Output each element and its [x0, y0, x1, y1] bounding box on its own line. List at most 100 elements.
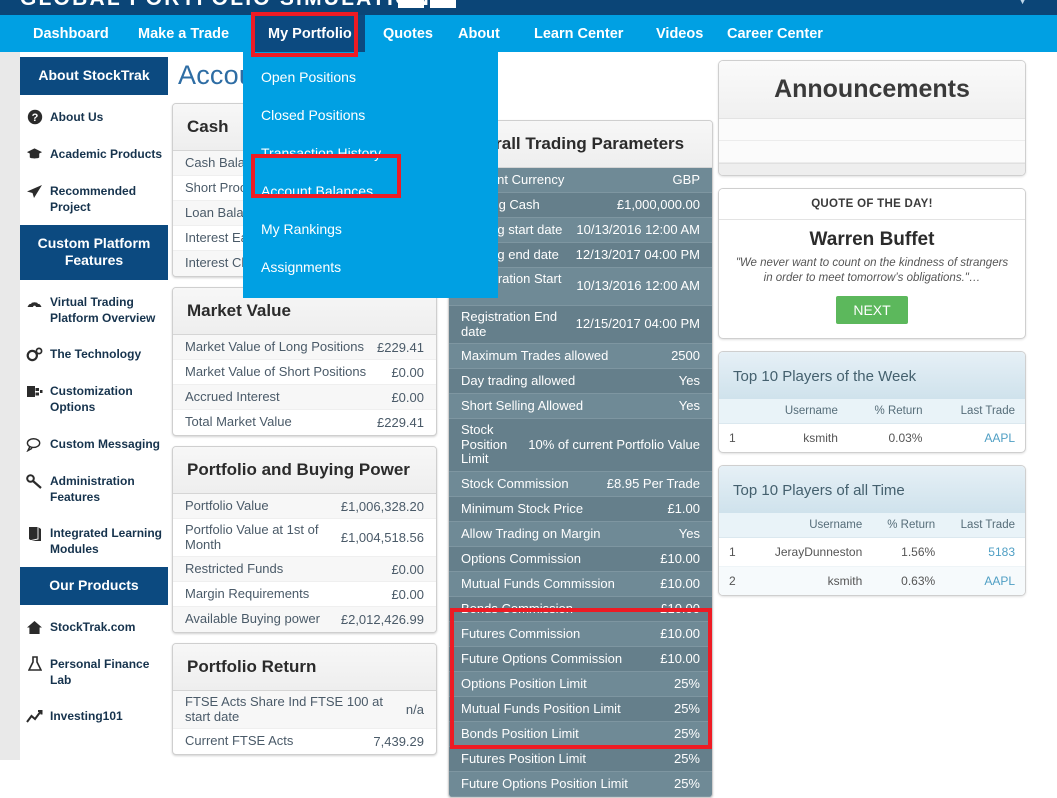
- cell-last-trade[interactable]: AAPL: [945, 566, 1025, 595]
- main-navigation: Dashboard Make a Trade My Portfolio Quotes A…: [0, 15, 1057, 52]
- parameter-row: Allow Trading on Margin Yes: [449, 521, 712, 547]
- row-value: n/a: [405, 702, 424, 718]
- cell-last-trade[interactable]: AAPL: [932, 423, 1025, 452]
- sidebar-item-label: StockTrak.com: [50, 619, 136, 634]
- left-gutter: [0, 52, 20, 760]
- top-players-alltime-table: Username% Return Last Trade 1 JerayDunnest…: [719, 512, 1025, 595]
- parameter-value: 12/15/2017 04:00 PM: [575, 316, 700, 332]
- parameter-value: Yes: [678, 372, 700, 388]
- svg-text:?: ?: [31, 112, 38, 124]
- top-players-week-title: Top 10 Players of the Week: [719, 351, 1025, 399]
- parameter-value: £10.00: [660, 600, 700, 616]
- sidebar-item-virtual-trading-platform-overview[interactable]: Virtual Trading Platform Overview: [20, 284, 168, 336]
- table-row: 1 ksmith 0.03% AAPL: [719, 423, 1025, 452]
- gears-icon: [26, 346, 43, 363]
- nav-item-about[interactable]: About: [445, 15, 513, 52]
- row-label: Market Value of Long Positions: [185, 338, 364, 354]
- parameter-row: Registration End date 12/15/2017 04:00 PM: [449, 306, 712, 345]
- column-header: Last Trade: [932, 398, 1025, 424]
- parameter-value: Yes: [678, 397, 700, 413]
- parameter-label: Allow Trading on Margin: [461, 525, 601, 541]
- announcements-panel: Announcements: [718, 60, 1026, 176]
- row-label: Portfolio Value at 1st of Month: [185, 522, 319, 552]
- table-row: Market Value of Short Positions £0.00: [173, 360, 436, 385]
- book-icon: [26, 525, 43, 542]
- row-label: Accrued Interest: [185, 388, 280, 404]
- sidebar-item-recommended-project[interactable]: Recommended Project: [20, 173, 168, 225]
- parameter-value: 25%: [673, 750, 700, 766]
- row-label: Margin Requirements: [185, 585, 310, 601]
- sidebar-item-the-technology[interactable]: The Technology: [20, 336, 168, 373]
- parameter-row: Future Options Position Limit 25%: [449, 771, 712, 797]
- row-label: Current FTSE Acts: [185, 733, 294, 749]
- chart-line-icon: [26, 708, 43, 725]
- parameter-row: Short Selling Allowed Yes: [449, 394, 712, 420]
- table-row: 1 JerayDunneston 1.56% 5183: [719, 537, 1025, 567]
- parameter-label: Mutual Funds Position Limit: [461, 700, 621, 716]
- parameter-value: 10/13/2016 12:00 AM: [576, 221, 700, 237]
- next-quote-button[interactable]: NEXT: [836, 295, 908, 324]
- parameter-label: Stock Commission: [461, 475, 569, 491]
- question-circle-icon: ?: [26, 109, 43, 126]
- sidebar-item-personal-finance-lab[interactable]: Personal Finance Lab: [20, 646, 168, 698]
- sidebar-item-label: Custom Messaging: [50, 436, 161, 451]
- sidebar-item-integrated-learning-modules[interactable]: Integrated Learning Modules: [20, 515, 168, 567]
- parameter-row: Options Commission £10.00: [449, 546, 712, 572]
- table-row: 2 ksmith 0.63% AAPL: [719, 566, 1025, 595]
- parameter-label: Day trading allowed: [461, 372, 576, 388]
- parameter-value: 25%: [673, 775, 700, 791]
- column-header: Username: [757, 512, 873, 538]
- parameter-label: Futures Commission: [461, 625, 581, 641]
- row-label: FTSE Acts Share Ind FTSE 100 at start da…: [185, 694, 383, 724]
- nav-item-quotes[interactable]: Quotes: [370, 15, 446, 52]
- nav-item-dashboard[interactable]: Dashboard: [20, 15, 122, 52]
- cell-last-trade[interactable]: 5183: [945, 537, 1025, 567]
- flag-icon-2: [430, 0, 456, 8]
- column-header: Last Trade: [945, 512, 1025, 538]
- table-row: Portfolio Value at 1st of Month £1,004,51…: [173, 519, 436, 558]
- dropdown-item-my-rankings[interactable]: My Rankings: [243, 210, 498, 248]
- row-label: Market Value of Short Positions: [185, 363, 367, 379]
- sidebar-item-about-us[interactable]: ? About Us: [20, 99, 168, 136]
- dropdown-item-transaction-history[interactable]: Transaction History: [243, 134, 498, 172]
- sidebar-item-stocktrak-com[interactable]: StockTrak.com: [20, 609, 168, 646]
- sidebar-item-custom-messaging[interactable]: Custom Messaging: [20, 426, 168, 463]
- sidebar-item-administration-features[interactable]: Administration Features: [20, 463, 168, 515]
- parameter-label: Options Commission: [461, 550, 581, 566]
- flask-icon: [26, 656, 43, 673]
- parameter-row: Options Position Limit 25%: [449, 671, 712, 697]
- quote-text: "We never want to count on the kindness …: [735, 257, 1009, 284]
- row-value: £1,006,328.20: [340, 498, 424, 514]
- dropdown-item-assignments[interactable]: Assignments: [243, 248, 498, 286]
- paper-plane-icon: [26, 183, 43, 200]
- row-label: Available Buying power: [185, 611, 320, 627]
- nav-item-make-a-trade[interactable]: Make a Trade: [125, 15, 242, 52]
- row-label: Restricted Funds: [185, 560, 284, 576]
- sidebar-item-customization-options[interactable]: Customization Options: [20, 373, 168, 425]
- sidebar-item-label: Administration Features: [50, 473, 135, 504]
- dropdown-item-account-balances[interactable]: Account Balances: [243, 172, 498, 210]
- nav-item-learn-center[interactable]: Learn Center: [521, 15, 636, 52]
- column-header: [719, 398, 757, 424]
- chevron-down-icon[interactable]: ▼: [1016, 0, 1029, 7]
- sidebar-item-label: Recommended Project: [50, 183, 137, 214]
- nav-item-my-portfolio[interactable]: My Portfolio: [255, 15, 365, 52]
- nav-item-videos[interactable]: Videos: [643, 15, 716, 52]
- cell-username: ksmith: [757, 566, 873, 595]
- sidebar-item-label: Academic Products: [50, 146, 163, 161]
- cell-username: JerayDunneston: [757, 537, 873, 567]
- sidebar-item-investing101[interactable]: Investing101: [20, 698, 168, 735]
- market-value-panel: Market Value Market Value of Long Positi…: [172, 287, 437, 436]
- parameter-row: Stock Position Limit 10% of current Portf…: [449, 419, 712, 472]
- nav-item-label: Make a Trade: [138, 25, 230, 42]
- nav-item-career-center[interactable]: Career Center: [714, 15, 836, 52]
- parameter-value: 25%: [673, 700, 700, 716]
- sidebar-item-academic-products[interactable]: Academic Products: [20, 136, 168, 173]
- table-row: Current FTSE Acts 7,439.29: [173, 729, 436, 754]
- parameter-value: GBP: [672, 171, 700, 187]
- parameter-row: Futures Commission £10.00: [449, 621, 712, 647]
- dropdown-item-closed-positions[interactable]: Closed Positions: [243, 96, 498, 134]
- dropdown-item-open-positions[interactable]: Open Positions: [243, 58, 498, 96]
- table-row: Total Market Value £229.41: [173, 410, 436, 435]
- sidebar-item-label: The Technology: [50, 347, 142, 362]
